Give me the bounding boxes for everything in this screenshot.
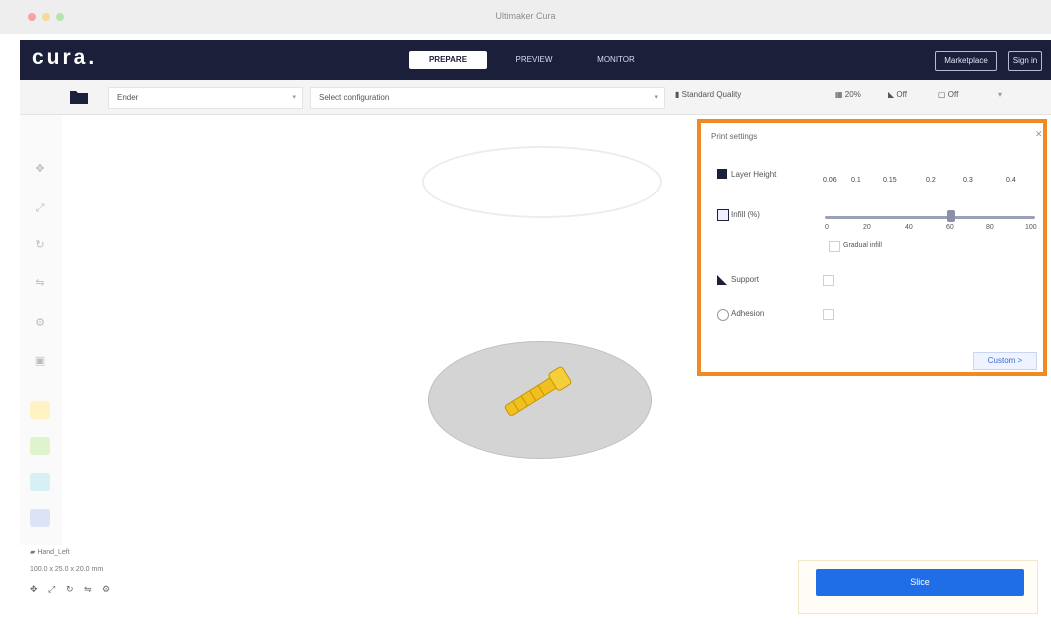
rotate-tool-icon[interactable]: ↻ xyxy=(29,235,51,255)
panel-title: Print settings xyxy=(711,132,758,141)
chevron-down-icon: ▾ xyxy=(292,94,296,101)
window-title: Ultimaker Cura xyxy=(495,11,556,21)
profile-label: Standard Quality xyxy=(681,90,742,99)
chevron-down-icon: ▾ xyxy=(654,94,658,101)
infill-icon: ▦ xyxy=(835,90,843,99)
object-list-toggle[interactable]: ▰ Hand_Left xyxy=(30,548,70,556)
move-tool-icon[interactable]: ✥ xyxy=(29,159,51,179)
printer-name: Ender xyxy=(117,93,139,102)
infill-indicator[interactable]: ▦ 20% xyxy=(835,90,861,99)
infill-slider-track[interactable] xyxy=(825,216,1035,219)
slice-panel: Slice xyxy=(798,560,1038,614)
layer-height-option[interactable]: 0.3 xyxy=(963,177,973,184)
configuration-label: Select configuration xyxy=(319,93,390,102)
layer-height-option[interactable]: 0.4 xyxy=(1006,177,1016,184)
chevron-down-icon[interactable]: ▾ xyxy=(998,90,1002,99)
infill-tick: 40 xyxy=(905,224,913,231)
object-dimensions: 100.0 x 25.0 x 20.0 mm xyxy=(30,566,104,573)
support-indicator[interactable]: ◣ Off xyxy=(888,90,907,99)
close-icon[interactable]: ✕ xyxy=(1035,129,1043,140)
layer-height-label: Layer Height xyxy=(731,170,777,179)
build-volume-top-outline xyxy=(422,146,662,218)
mirror-tool-icon[interactable]: ⇋ xyxy=(29,273,51,293)
layer-height-option[interactable]: 0.1 xyxy=(851,177,861,184)
window-titlebar: Ultimaker Cura xyxy=(0,0,1051,34)
marketplace-button[interactable]: Marketplace xyxy=(935,51,997,71)
print-profile-selector[interactable]: ▮ Standard Quality xyxy=(675,90,741,99)
object-list-icon: ▰ xyxy=(30,549,36,556)
infill-tick: 20 xyxy=(863,224,871,231)
scale-icon[interactable]: ⤢ xyxy=(48,584,55,595)
app-header: cura. PREPARE PREVIEW MONITOR Marketplac… xyxy=(20,40,1051,80)
configuration-selector[interactable]: Select configuration ▾ xyxy=(310,87,665,109)
layer-height-option[interactable]: 0.15 xyxy=(883,177,897,184)
rotate-icon[interactable]: ↻ xyxy=(66,584,74,595)
adhesion-icon xyxy=(717,309,729,321)
adhesion-label: Adhesion xyxy=(731,309,765,318)
gradual-infill-checkbox[interactable] xyxy=(829,241,840,252)
per-model-settings-icon[interactable]: ⚙ xyxy=(29,313,51,333)
support-value: Off xyxy=(896,90,907,99)
cura-logo: cura. xyxy=(32,46,98,69)
mirror-icon[interactable]: ⇋ xyxy=(84,584,92,595)
support-checkbox[interactable] xyxy=(823,275,834,286)
per-model-icon[interactable]: ⚙ xyxy=(102,584,110,595)
tab-preview[interactable]: PREVIEW xyxy=(504,51,564,69)
infill-tick: 100 xyxy=(1025,224,1037,231)
support-label: Support xyxy=(731,275,760,284)
adhesion-checkbox[interactable] xyxy=(823,309,834,320)
job-toolbar: Ender ▾ Select configuration ▾ ▮ Standar… xyxy=(20,80,1051,115)
layer-height-icon xyxy=(717,169,727,179)
folder-icon xyxy=(70,91,88,104)
move-icon[interactable]: ✥ xyxy=(30,584,38,595)
object-info: ▰ Hand_Left 100.0 x 25.0 x 20.0 mm ✥ ⤢ ↻… xyxy=(30,546,230,616)
custom-settings-button[interactable]: Custom > xyxy=(973,352,1037,370)
infill-label: Infill (%) xyxy=(731,210,760,219)
tab-monitor[interactable]: MONITOR xyxy=(582,51,650,69)
tool-sidebar: ✥ ⤢ ↻ ⇋ ⚙ ▣ xyxy=(20,115,62,545)
infill-value: 20% xyxy=(844,90,861,99)
infill-slider-handle[interactable] xyxy=(947,210,955,222)
gradual-infill-label: Gradual infill xyxy=(843,242,882,249)
extruder-1-swatch[interactable] xyxy=(30,401,50,419)
profile-icon: ▮ xyxy=(675,90,680,99)
open-file-button[interactable] xyxy=(67,85,91,107)
infill-icon xyxy=(717,209,729,221)
adhesion-icon: ▢ xyxy=(938,90,946,99)
support-blocker-icon[interactable]: ▣ xyxy=(29,351,51,371)
infill-tick: 0 xyxy=(825,224,829,231)
support-icon: ◣ xyxy=(888,90,895,99)
support-icon xyxy=(717,275,727,285)
infill-tick: 80 xyxy=(986,224,994,231)
tab-prepare[interactable]: PREPARE xyxy=(409,51,487,69)
extruder-2-swatch[interactable] xyxy=(30,437,50,455)
extruder-3-swatch[interactable] xyxy=(30,473,50,491)
extruder-4-swatch[interactable] xyxy=(30,509,50,527)
printer-selector[interactable]: Ender ▾ xyxy=(108,87,303,109)
print-settings-panel: Print settings ✕ Layer Height 0.06 0.1 0… xyxy=(697,119,1047,376)
sign-in-button[interactable]: Sign in xyxy=(1008,51,1042,71)
adhesion-value: Off xyxy=(947,90,959,99)
layer-height-option[interactable]: 0.06 xyxy=(823,177,837,184)
infill-tick: 60 xyxy=(946,224,954,231)
layer-height-option[interactable]: 0.2 xyxy=(926,177,936,184)
adhesion-indicator[interactable]: ▢ Off xyxy=(938,90,958,99)
slice-button[interactable]: Slice xyxy=(816,569,1024,596)
scale-tool-icon[interactable]: ⤢ xyxy=(29,198,51,218)
object-name: Hand_Left xyxy=(37,549,70,556)
